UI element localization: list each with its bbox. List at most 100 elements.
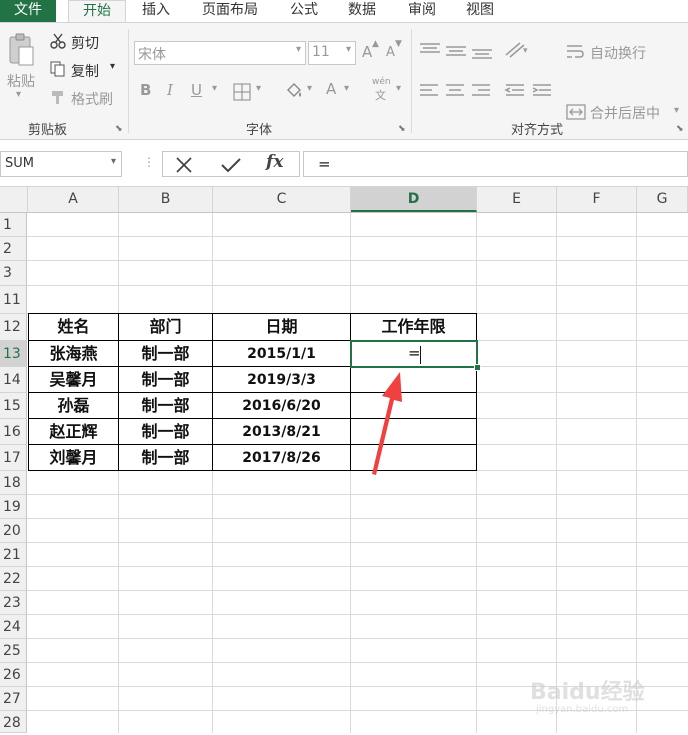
row-header[interactable]: 19 <box>0 495 27 519</box>
tab-file[interactable]: 文件 <box>0 0 56 22</box>
table-header-cell[interactable]: 工作年限 <box>351 315 476 340</box>
row-header[interactable]: 26 <box>0 663 27 687</box>
row-header[interactable]: 28 <box>0 711 27 733</box>
clipboard-launcher-icon[interactable]: ⬊ <box>115 124 123 134</box>
column-header[interactable]: A <box>28 187 119 212</box>
column-header[interactable]: C <box>213 187 351 212</box>
row-header[interactable]: 23 <box>0 591 27 615</box>
phonetic-button[interactable]: 文 <box>375 87 386 103</box>
font-size-select[interactable]: 11 ▾ <box>308 41 356 65</box>
font-launcher-icon[interactable]: ⬊ <box>398 124 406 134</box>
table-cell[interactable]: 2013/8/21 <box>213 420 350 444</box>
cut-button[interactable]: 剪切 <box>71 33 99 53</box>
table-cell[interactable]: 赵正辉 <box>29 420 118 444</box>
gridline <box>27 236 688 237</box>
grow-font-button[interactable]: A <box>362 43 372 61</box>
row-header[interactable]: 11 <box>0 286 27 314</box>
row-header[interactable]: 18 <box>0 471 27 495</box>
worksheet-grid[interactable] <box>0 213 688 733</box>
table-border <box>28 392 477 393</box>
row-header[interactable]: 3 <box>0 261 27 286</box>
row-header[interactable]: 22 <box>0 567 27 591</box>
active-cell[interactable]: = <box>350 340 478 368</box>
row-header[interactable]: 20 <box>0 519 27 543</box>
row-header[interactable]: 2 <box>0 237 27 261</box>
merge-center-button[interactable]: 合并后居中 <box>590 103 660 123</box>
column-header[interactable]: G <box>637 187 688 212</box>
table-cell[interactable]: 张海燕 <box>29 342 118 366</box>
underline-button[interactable]: U <box>191 81 202 99</box>
row-header[interactable]: 15 <box>0 393 27 419</box>
table-header-cell[interactable]: 姓名 <box>29 315 118 340</box>
paste-button[interactable]: 粘贴 <box>7 71 35 91</box>
chevron-down-icon[interactable]: ▾ <box>396 83 401 94</box>
alignment-launcher-icon[interactable]: ⬊ <box>676 124 684 134</box>
chevron-down-icon[interactable]: ▾ <box>212 83 217 94</box>
phonetic-top[interactable]: wén <box>372 77 391 87</box>
horizontal-align-icons[interactable] <box>420 83 555 99</box>
row-header[interactable]: 27 <box>0 687 27 711</box>
column-header[interactable]: E <box>477 187 557 212</box>
row-header[interactable]: 12 <box>0 314 27 341</box>
table-cell[interactable]: 2017/8/26 <box>213 446 350 470</box>
table-cell[interactable]: 2015/1/1 <box>213 342 350 366</box>
select-all-corner[interactable] <box>0 187 28 212</box>
vertical-align-icons[interactable]: ▾ <box>420 41 530 59</box>
formula-input[interactable]: = <box>303 151 688 177</box>
table-cell[interactable]: 吴馨月 <box>29 368 118 392</box>
row-header[interactable]: 16 <box>0 419 27 445</box>
table-header-cell[interactable]: 部门 <box>119 315 212 340</box>
chevron-down-icon[interactable]: ▾ <box>307 83 312 94</box>
table-cell[interactable]: 刘馨月 <box>29 446 118 470</box>
chevron-down-icon[interactable]: ▾ <box>256 83 261 94</box>
tab-data[interactable]: 数据 <box>340 0 384 22</box>
row-header[interactable]: 24 <box>0 615 27 639</box>
row-header[interactable]: 1 <box>0 213 27 237</box>
row-header[interactable]: 21 <box>0 543 27 567</box>
shrink-font-button[interactable]: A <box>386 45 395 60</box>
column-header[interactable]: F <box>557 187 637 212</box>
table-header-cell[interactable]: 日期 <box>213 315 350 340</box>
row-header[interactable]: 17 <box>0 445 27 471</box>
cancel-icon[interactable] <box>175 156 193 174</box>
fill-handle[interactable] <box>474 364 481 371</box>
copy-dropdown-icon[interactable]: ▾ <box>110 61 115 72</box>
tab-home[interactable]: 开始 <box>68 0 126 24</box>
table-cell[interactable]: 制一部 <box>119 394 212 418</box>
more-icon[interactable]: ⋮ <box>143 155 155 169</box>
insert-function-button[interactable]: fx <box>266 152 283 172</box>
wrap-text-button[interactable]: 自动换行 <box>590 43 646 63</box>
tab-view[interactable]: 视图 <box>458 0 502 22</box>
table-cell[interactable]: 2016/6/20 <box>213 394 350 418</box>
tab-formulas[interactable]: 公式 <box>282 0 326 22</box>
row-header[interactable]: 14 <box>0 367 27 393</box>
bold-button[interactable]: B <box>140 81 151 99</box>
name-box[interactable]: SUM ▾ <box>0 151 122 177</box>
table-cell[interactable]: 制一部 <box>119 342 212 366</box>
row-header[interactable]: 25 <box>0 639 27 663</box>
italic-button[interactable]: I <box>167 81 173 99</box>
font-name-select[interactable]: 宋体 ▾ <box>134 41 306 65</box>
table-cell[interactable]: 制一部 <box>119 368 212 392</box>
tab-page-layout[interactable]: 页面布局 <box>193 0 267 22</box>
column-header[interactable]: B <box>119 187 213 212</box>
borders-icon[interactable] <box>233 83 251 101</box>
column-header-selected[interactable]: D <box>351 187 477 212</box>
enter-check-icon[interactable] <box>220 156 242 174</box>
table-cell[interactable]: 制一部 <box>119 420 212 444</box>
table-cell[interactable]: 孙磊 <box>29 394 118 418</box>
paste-icon[interactable] <box>6 33 36 69</box>
tab-review[interactable]: 审阅 <box>400 0 444 22</box>
row-header-selected[interactable]: 13 <box>0 341 27 367</box>
tab-insert[interactable]: 插入 <box>134 0 178 22</box>
table-cell[interactable]: 制一部 <box>119 446 212 470</box>
fill-color-icon[interactable] <box>284 81 304 101</box>
paste-dropdown-icon[interactable]: ▾ <box>16 89 21 100</box>
chevron-down-icon: ▾ <box>110 156 116 167</box>
font-color-button[interactable]: A <box>326 80 336 98</box>
chevron-down-icon[interactable]: ▾ <box>674 105 679 116</box>
format-painter-button[interactable]: 格式刷 <box>71 89 113 109</box>
copy-button[interactable]: 复制 <box>71 61 99 81</box>
table-cell[interactable]: 2019/3/3 <box>213 368 350 392</box>
chevron-down-icon[interactable]: ▾ <box>344 83 349 94</box>
